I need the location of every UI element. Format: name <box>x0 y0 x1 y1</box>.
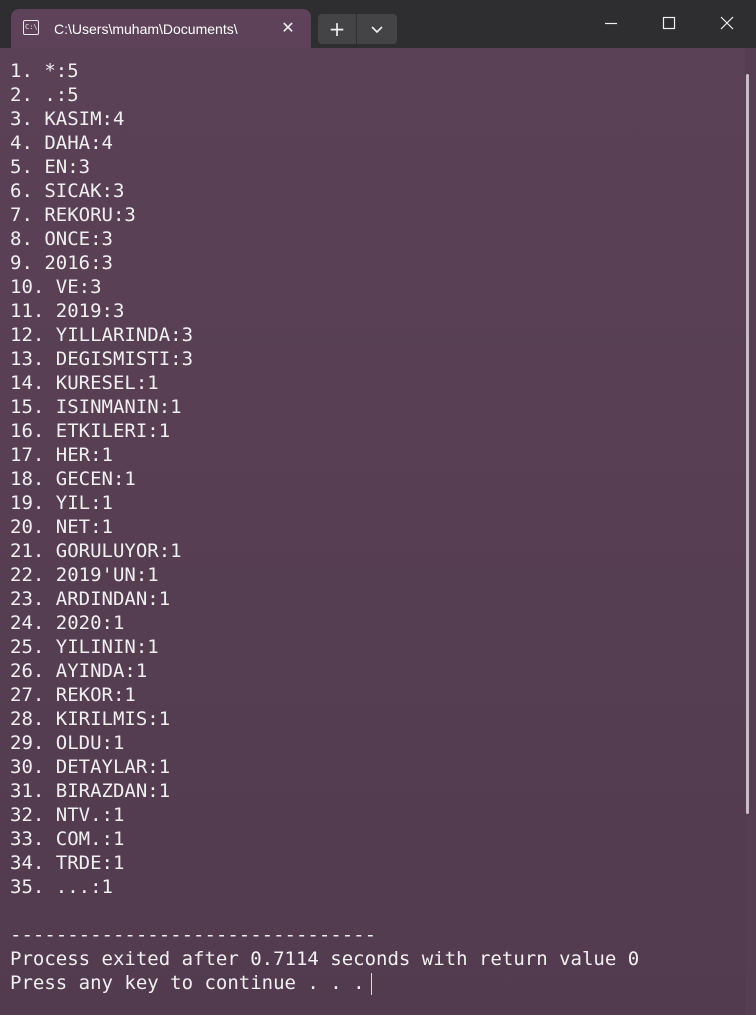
output-line: 11. 2019:3 <box>10 300 125 322</box>
output-line: 2. .:5 <box>10 84 79 106</box>
continue-prompt: Press any key to continue . . . <box>10 971 639 995</box>
new-tab-button[interactable]: + <box>318 14 356 44</box>
output-line: 17. HER:1 <box>10 444 113 466</box>
output-line: 9. 2016:3 <box>10 252 113 274</box>
output-line: 10. VE:3 <box>10 276 102 298</box>
prompt-text: Press any key to continue . . . <box>10 972 365 994</box>
maximize-button[interactable] <box>640 0 698 46</box>
output-line: 26. AYINDA:1 <box>10 660 148 682</box>
terminal-output[interactable]: 1. *:5 2. .:5 3. KASIM:4 4. DAHA:4 5. EN:3 6.… <box>0 48 745 1015</box>
scrollbar-thumb[interactable] <box>746 74 749 814</box>
output-line: 4. DAHA:4 <box>10 132 113 154</box>
output-line: 14. KURESEL:1 <box>10 372 159 394</box>
output-line: 18. GECEN:1 <box>10 468 136 490</box>
tab-active[interactable]: C:\ C:\Users\muham\Documents\ ✕ <box>11 9 311 48</box>
output-line: 22. 2019'UN:1 <box>10 564 159 586</box>
output-line: 21. GORULUYOR:1 <box>10 540 182 562</box>
tab-dropdown-button[interactable] <box>357 14 397 44</box>
output-line: 34. TRDE:1 <box>10 852 125 874</box>
output-line: 6. SICAK:3 <box>10 180 125 202</box>
close-icon <box>720 16 734 30</box>
process-footer: -------------------------------- Process… <box>10 923 639 995</box>
minimize-button[interactable] <box>582 0 640 46</box>
output-line: 29. OLDU:1 <box>10 732 125 754</box>
chevron-down-icon <box>371 26 383 34</box>
close-button[interactable] <box>698 0 756 46</box>
exit-message: Process exited after 0.7114 seconds with… <box>10 948 640 970</box>
output-line: 1. *:5 <box>10 60 79 82</box>
output-line: 24. 2020:1 <box>10 612 125 634</box>
output-line: 13. DEGISMISTI:3 <box>10 348 194 370</box>
console-icon: C:\ <box>23 20 39 35</box>
scrollbar[interactable] <box>745 48 756 1015</box>
output-line: 7. REKORU:3 <box>10 204 136 226</box>
terminal-window: C:\ C:\Users\muham\Documents\ ✕ + 1. *:5… <box>0 0 756 1015</box>
output-line: 32. NTV.:1 <box>10 804 125 826</box>
output-line: 8. ONCE:3 <box>10 228 113 250</box>
output-line: 19. YIL:1 <box>10 492 113 514</box>
minimize-icon <box>605 22 617 25</box>
output-line: 30. DETAYLAR:1 <box>10 756 171 778</box>
output-line: 5. EN:3 <box>10 156 91 178</box>
output-line: 15. ISINMANIN:1 <box>10 396 182 418</box>
output-line: 27. REKOR:1 <box>10 684 136 706</box>
output-line: 31. BIRAZDAN:1 <box>10 780 171 802</box>
output-line: 25. YILININ:1 <box>10 636 159 658</box>
output-line: 20. NET:1 <box>10 516 113 538</box>
output-line: 33. COM.:1 <box>10 828 125 850</box>
output-line: 28. KIRILMIS:1 <box>10 708 171 730</box>
output-line: 23. ARDINDAN:1 <box>10 588 171 610</box>
output-lines: 1. *:5 2. .:5 3. KASIM:4 4. DAHA:4 5. EN:3 6.… <box>10 59 193 899</box>
separator-line: -------------------------------- <box>10 924 377 946</box>
output-line: 3. KASIM:4 <box>10 108 125 130</box>
title-bar: C:\ C:\Users\muham\Documents\ ✕ + <box>0 0 756 48</box>
tab-close-button[interactable]: ✕ <box>277 17 299 39</box>
maximize-icon <box>662 16 676 30</box>
new-tab-group: + <box>318 14 397 44</box>
output-line: 16. ETKILERI:1 <box>10 420 171 442</box>
output-line: 35. ...:1 <box>10 876 113 898</box>
output-line: 12. YILLARINDA:3 <box>10 324 194 346</box>
text-cursor <box>370 972 372 995</box>
tab-title: C:\Users\muham\Documents\ <box>54 21 238 37</box>
